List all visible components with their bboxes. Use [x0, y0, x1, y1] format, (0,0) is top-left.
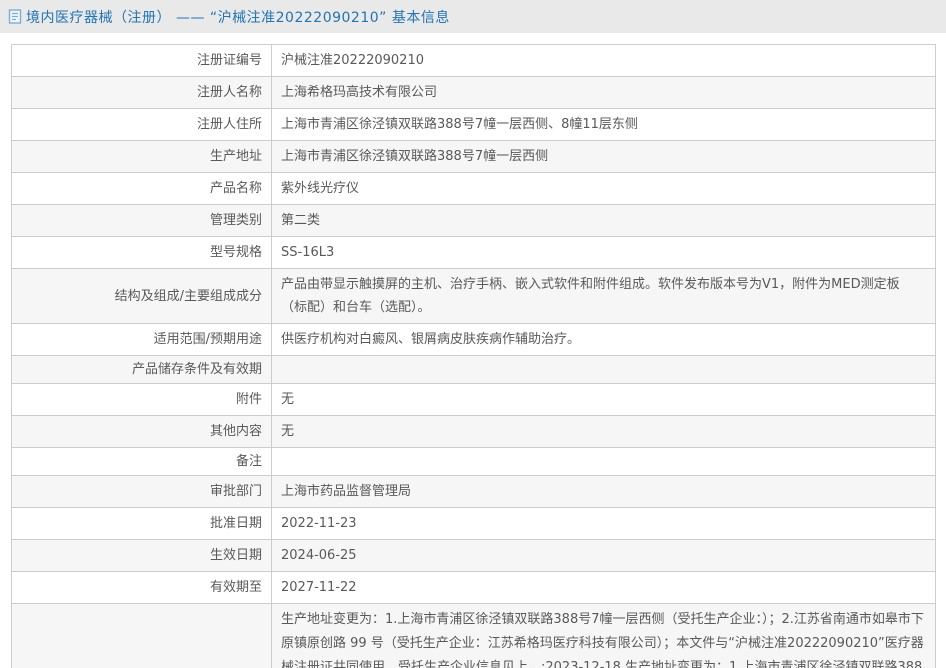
table-row: 变更情况生产地址变更为：1.上海市青浦区徐泾镇双联路388号7幢一层西侧（受托生… [12, 604, 935, 668]
row-label-text: 批准日期 [209, 516, 262, 531]
table-row: 适用范围/预期用途 供医疗机构对白癜风、银屑病皮肤疾病作辅助治疗。 [12, 324, 935, 356]
row-label: 管理类别 [12, 205, 272, 236]
row-value: 产品由带显示触摸屏的主机、治疗手柄、嵌入式软件和附件组成。软件发布版本号为V1，… [272, 269, 935, 323]
row-value: 2027-11-22 [272, 572, 935, 603]
row-value-text: 沪械注准20222090210 [281, 53, 424, 68]
row-value: 无 [272, 384, 935, 415]
table-row: 产品名称 紫外线光疗仪 [12, 173, 935, 205]
row-value-text: 2027-11-22 [281, 580, 357, 595]
registration-info-table: 注册证编号 沪械注准20222090210 注册人名称 上海希格玛高技术有限公司 注册人… [11, 44, 936, 668]
row-value: 2022-11-23 [272, 508, 935, 539]
row-value-text: 生产地址变更为：1.上海市青浦区徐泾镇双联路388号7幢一层西侧（受托生产企业：… [281, 612, 924, 668]
row-value-text: 2024-06-25 [281, 548, 357, 563]
row-label: 产品储存条件及有效期 [12, 356, 272, 383]
table-row: 生效日期 2024-06-25 [12, 540, 935, 572]
row-label: 审批部门 [12, 476, 272, 507]
row-label-text: 管理类别 [209, 213, 262, 228]
row-label-text: 型号规格 [209, 245, 262, 260]
row-value: 上海希格玛高技术有限公司 [272, 77, 935, 108]
row-label: 注册人住所 [12, 109, 272, 140]
row-value-text: 上海市青浦区徐泾镇双联路388号7幢一层西侧 [281, 149, 549, 164]
row-value: 上海市青浦区徐泾镇双联路388号7幢一层西侧、8幢11层东侧 [272, 109, 935, 140]
row-label-text: 结构及组成/主要组成成分 [114, 288, 262, 304]
row-value: 生产地址变更为：1.上海市青浦区徐泾镇双联路388号7幢一层西侧（受托生产企业：… [272, 604, 935, 668]
row-label: 其他内容 [12, 416, 272, 447]
row-label: 备注 [12, 448, 272, 475]
row-value-text: SS-16L3 [281, 245, 335, 260]
table-body: 注册证编号 沪械注准20222090210 注册人名称 上海希格玛高技术有限公司 注册人… [12, 45, 935, 668]
row-label: 型号规格 [12, 237, 272, 268]
table-row: 有效期至 2027-11-22 [12, 572, 935, 604]
row-value: 紫外线光疗仪 [272, 173, 935, 204]
table-row: 结构及组成/主要组成成分 产品由带显示触摸屏的主机、治疗手柄、嵌入式软件和附件组成… [12, 269, 935, 324]
table-row: 附件 无 [12, 384, 935, 416]
row-value-text: 无 [281, 424, 295, 439]
table-row: 管理类别 第二类 [12, 205, 935, 237]
row-label: 变更情况 [12, 604, 272, 668]
document-icon [8, 9, 22, 24]
table-row: 备注 [12, 448, 935, 476]
table-row: 审批部门 上海市药品监督管理局 [12, 476, 935, 508]
row-label-text: 审批部门 [209, 484, 262, 499]
row-value: 2024-06-25 [272, 540, 935, 571]
row-label-text: 注册证编号 [196, 53, 262, 68]
row-label-text: 附件 [235, 392, 262, 407]
table-row: 注册证编号 沪械注准20222090210 [12, 45, 935, 77]
page-title: 境内医疗器械（注册） —— “沪械注准20222090210” 基本信息 [26, 9, 450, 26]
row-value [272, 448, 935, 475]
table-row: 型号规格 SS-16L3 [12, 237, 935, 269]
row-label-text: 生效日期 [209, 548, 262, 563]
table-row: 产品储存条件及有效期 [12, 356, 935, 384]
row-label-text: 注册人名称 [196, 85, 262, 100]
row-label: 产品名称 [12, 173, 272, 204]
table-row: 批准日期 2022-11-23 [12, 508, 935, 540]
row-value-text: 供医疗机构对白癜风、银屑病皮肤疾病作辅助治疗。 [281, 332, 581, 347]
row-label-text: 产品名称 [209, 181, 262, 196]
row-value-text: 紫外线光疗仪 [281, 181, 360, 196]
page-header: 境内医疗器械（注册） —— “沪械注准20222090210” 基本信息 [0, 0, 946, 33]
row-label-text: 备注 [235, 454, 262, 469]
row-label-text: 注册人住所 [196, 117, 262, 132]
row-label-text: 其他内容 [209, 424, 262, 439]
row-label: 注册证编号 [12, 45, 272, 76]
row-label-text: 生产地址 [209, 149, 262, 164]
row-label: 结构及组成/主要组成成分 [12, 269, 272, 323]
row-value-text: 上海市药品监督管理局 [281, 484, 412, 499]
row-value: 第二类 [272, 205, 935, 236]
table-row: 其他内容 无 [12, 416, 935, 448]
row-value-text: 无 [281, 392, 295, 407]
row-label-text: 产品储存条件及有效期 [131, 362, 262, 377]
row-label: 生效日期 [12, 540, 272, 571]
row-label: 附件 [12, 384, 272, 415]
row-label-text: 有效期至 [209, 580, 262, 595]
row-label: 批准日期 [12, 508, 272, 539]
row-value: 上海市药品监督管理局 [272, 476, 935, 507]
row-label: 适用范围/预期用途 [12, 324, 272, 355]
row-label-text: 适用范围/预期用途 [153, 332, 262, 347]
row-value: 无 [272, 416, 935, 447]
row-value: SS-16L3 [272, 237, 935, 268]
table-row: 注册人名称 上海希格玛高技术有限公司 [12, 77, 935, 109]
row-value-text: 2022-11-23 [281, 516, 357, 531]
table-row: 注册人住所 上海市青浦区徐泾镇双联路388号7幢一层西侧、8幢11层东侧 [12, 109, 935, 141]
row-value-text: 第二类 [281, 213, 321, 228]
row-value-text: 产品由带显示触摸屏的主机、治疗手柄、嵌入式软件和附件组成。软件发布版本号为V1，… [281, 277, 900, 315]
row-value: 上海市青浦区徐泾镇双联路388号7幢一层西侧 [272, 141, 935, 172]
row-value: 沪械注准20222090210 [272, 45, 935, 76]
row-label: 注册人名称 [12, 77, 272, 108]
table-row: 生产地址 上海市青浦区徐泾镇双联路388号7幢一层西侧 [12, 141, 935, 173]
row-label: 生产地址 [12, 141, 272, 172]
row-value-text: 上海市青浦区徐泾镇双联路388号7幢一层西侧、8幢11层东侧 [281, 117, 638, 132]
row-value-text: 上海希格玛高技术有限公司 [281, 85, 438, 100]
row-value: 供医疗机构对白癜风、银屑病皮肤疾病作辅助治疗。 [272, 324, 935, 355]
row-value [272, 356, 935, 383]
row-label: 有效期至 [12, 572, 272, 603]
